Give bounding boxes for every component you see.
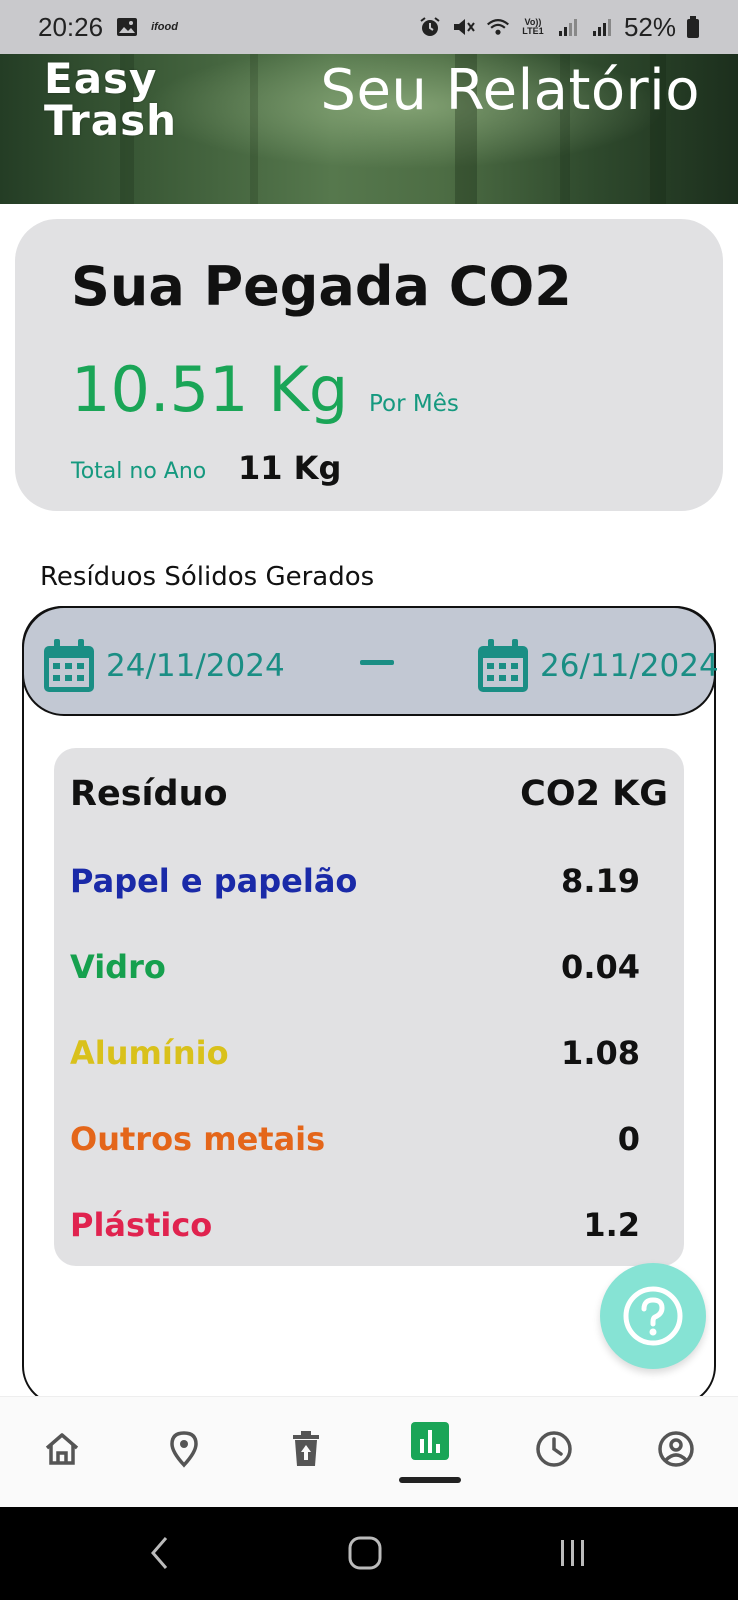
co2-total-year-label: Total no Ano <box>71 459 207 484</box>
battery-icon <box>686 15 700 39</box>
location-pin-icon <box>170 1431 198 1468</box>
battery-percent: 52% <box>623 11 676 42</box>
bottom-navigation <box>0 1396 738 1507</box>
image-icon <box>115 15 139 39</box>
signal-icon <box>556 15 580 39</box>
waste-name: Papel e papelão <box>70 862 358 900</box>
history-clock-icon <box>536 1431 572 1467</box>
table-row: Outros metais 0 <box>54 1120 684 1170</box>
recents-icon <box>561 1540 584 1566</box>
co2-per-month-label: Por Mês <box>369 391 459 417</box>
waste-co2-value: 0.04 <box>561 948 640 986</box>
nav-profile[interactable] <box>646 1419 706 1479</box>
waste-co2-value: 0 <box>617 1120 640 1158</box>
section-title: Resíduos Sólidos Gerados <box>40 562 375 592</box>
waste-co2-value: 1.2 <box>583 1206 640 1244</box>
help-icon <box>623 1286 683 1346</box>
status-right: Vo)) LTE1 52% <box>418 12 700 43</box>
waste-name: Vidro <box>70 948 166 986</box>
ifood-notification-icon: ifood <box>151 21 178 33</box>
co2-total-year-value: 11 Kg <box>238 449 342 487</box>
waste-name: Alumínio <box>70 1034 229 1072</box>
home-icon <box>45 1433 79 1465</box>
co2-footprint-card: Sua Pegada CO2 10.51 Kg Por Mês Total no… <box>15 219 723 511</box>
table-row: Alumínio 1.08 <box>54 1034 684 1084</box>
nav-disposal[interactable] <box>276 1419 336 1479</box>
co2-monthly-value: 10.51 Kg <box>71 353 349 426</box>
waste-co2-value: 8.19 <box>561 862 640 900</box>
logo-line-2: Trash <box>44 96 177 145</box>
nav-history[interactable] <box>524 1419 584 1479</box>
co2-card-title: Sua Pegada CO2 <box>71 255 572 318</box>
nav-map[interactable] <box>154 1419 214 1479</box>
status-time: 20:26 <box>38 11 104 42</box>
status-bar: 20:26 ifood Vo)) LTE1 52% <box>0 0 738 54</box>
date-range-bar: 24/11/2024 26/11/2024 <box>22 606 719 716</box>
waste-name: Plástico <box>70 1206 213 1244</box>
recycle-bin-icon <box>293 1431 319 1466</box>
recents-button[interactable] <box>551 1531 595 1575</box>
table-header-co2: CO2 KG <box>520 774 668 814</box>
back-chevron-icon <box>151 1537 168 1569</box>
app-logo: Easy Trash <box>44 58 177 142</box>
start-date[interactable]: 24/11/2024 <box>106 648 285 684</box>
calendar-icon[interactable] <box>42 638 96 694</box>
calendar-icon[interactable] <box>476 638 530 694</box>
nav-report[interactable] <box>400 1411 460 1471</box>
table-header-waste: Resíduo <box>70 774 228 814</box>
waste-name: Outros metais <box>70 1120 326 1158</box>
active-tab-indicator <box>399 1477 461 1483</box>
waste-co2-value: 1.08 <box>561 1034 640 1072</box>
back-button[interactable] <box>138 1531 182 1575</box>
mute-icon <box>452 15 476 39</box>
table-row: Plástico 1.2 <box>54 1206 684 1256</box>
end-date[interactable]: 26/11/2024 <box>540 648 719 684</box>
help-button[interactable] <box>600 1263 706 1369</box>
date-range-separator <box>360 660 394 665</box>
wifi-icon <box>486 15 510 39</box>
header-banner: Easy Trash Seu Relatório <box>0 54 738 204</box>
waste-co2-table: Resíduo CO2 KG Papel e papelão 8.19 Vidr… <box>54 748 684 1266</box>
home-square-icon <box>348 1536 382 1570</box>
signal-icon <box>590 15 614 39</box>
alarm-icon <box>418 15 442 39</box>
volte-icon: Vo)) LTE1 <box>522 17 544 36</box>
table-row: Papel e papelão 8.19 <box>54 862 684 912</box>
status-left: 20:26 ifood <box>38 12 178 43</box>
profile-icon <box>658 1431 694 1467</box>
system-navigation-bar <box>0 1507 738 1600</box>
nav-home[interactable] <box>32 1419 92 1479</box>
forest-tree-decoration <box>250 54 258 204</box>
table-row: Vidro 0.04 <box>54 948 684 998</box>
page-title: Seu Relatório <box>320 58 700 123</box>
home-button[interactable] <box>343 1531 387 1575</box>
report-chart-icon <box>411 1422 449 1460</box>
logo-line-1: Easy <box>44 54 158 103</box>
